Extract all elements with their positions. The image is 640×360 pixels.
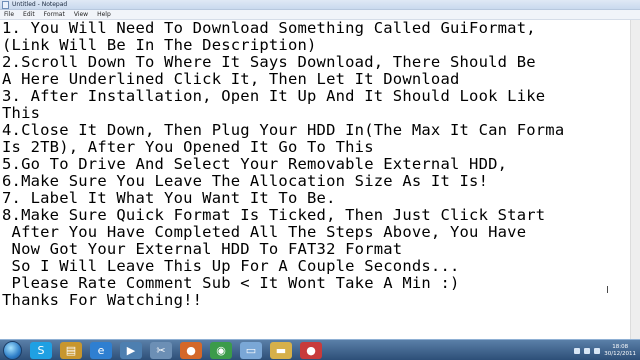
text-line: This — [2, 104, 41, 122]
text-line: 8.Make Sure Quick Format Is Ticked, Then… — [2, 206, 546, 224]
text-line: 2.Scroll Down To Where It Says Download,… — [2, 53, 536, 71]
menu-bar: File Edit Format View Help — [0, 10, 640, 20]
notepad-app-icon — [2, 1, 9, 9]
text-line: Thanks For Watching!! — [2, 291, 203, 309]
skype-icon[interactable]: S — [30, 342, 52, 359]
record-icon[interactable]: ● — [300, 342, 322, 359]
chrome-icon[interactable]: ◉ — [210, 342, 232, 359]
vertical-scrollbar[interactable] — [630, 20, 640, 339]
text-line: 1. You Will Need To Download Something C… — [2, 20, 536, 37]
clock-date: 30/12/2011 — [604, 350, 636, 357]
window-title: Untitled - Notepad — [12, 1, 68, 8]
firefox-icon[interactable]: ● — [180, 342, 202, 359]
text-line: 7. Label It What You Want It To Be. — [2, 189, 336, 207]
menu-edit[interactable]: Edit — [23, 10, 35, 20]
text-line: So I Will Leave This Up For A Couple Sec… — [2, 257, 460, 275]
start-button[interactable] — [3, 341, 22, 360]
text-line: A Here Underlined Click It, Then Let It … — [2, 70, 460, 88]
text-line: (Link Will Be In The Description) — [2, 36, 317, 54]
text-line: 3. After Installation, Open It Up And It… — [2, 87, 546, 105]
menu-view[interactable]: View — [74, 10, 88, 20]
notepad-icon[interactable]: ▭ — [240, 342, 262, 359]
text-line: 5.Go To Drive And Select Your Removable … — [2, 155, 508, 173]
title-bar: Untitled - Notepad — [0, 0, 640, 10]
folder-icon[interactable]: ▬ — [270, 342, 292, 359]
system-tray: 18:08 30/12/2011 — [574, 342, 636, 359]
menu-help[interactable]: Help — [97, 10, 111, 20]
tray-network-icon[interactable] — [584, 347, 591, 354]
tray-volume-icon[interactable] — [594, 347, 601, 354]
internet-explorer-icon[interactable]: e — [90, 342, 112, 359]
text-cursor-icon: I — [606, 285, 609, 296]
text-line: After You Have Completed All The Steps A… — [2, 223, 527, 241]
text-line: Please Rate Comment Sub < It Wont Take A… — [2, 274, 460, 292]
media-icon[interactable]: ▶ — [120, 342, 142, 359]
clock[interactable]: 18:08 30/12/2011 — [604, 344, 636, 358]
text-editor[interactable]: 1. You Will Need To Download Something C… — [0, 20, 630, 339]
menu-file[interactable]: File — [4, 10, 14, 20]
text-line: 4.Close It Down, Then Plug Your HDD In(T… — [2, 121, 565, 139]
explorer-icon[interactable]: ▤ — [60, 342, 82, 359]
text-line: Now Got Your External HDD To FAT32 Forma… — [2, 240, 403, 258]
menu-format[interactable]: Format — [44, 10, 65, 20]
text-line: Is 2TB), After You Opened It Go To This — [2, 138, 374, 156]
clock-time: 18:08 — [612, 343, 629, 350]
taskbar: S ▤ e ▶ ✂ ● ◉ ▭ ▬ ● 18:08 30/12/2011 — [0, 339, 640, 360]
tray-flag-icon[interactable] — [574, 347, 581, 354]
scissors-icon[interactable]: ✂ — [150, 342, 172, 359]
text-line: 6.Make Sure You Leave The Allocation Siz… — [2, 172, 489, 190]
